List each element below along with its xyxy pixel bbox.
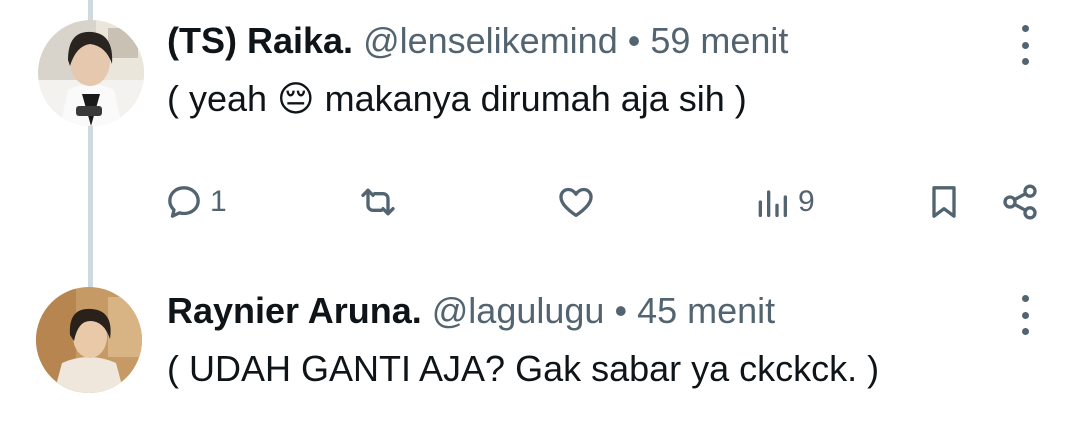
reply-button[interactable]: 1 [164, 180, 227, 224]
user-handle[interactable]: @lenselikemind [363, 20, 618, 61]
retweet-icon [361, 188, 395, 216]
reply-icon [168, 186, 200, 218]
tweet-text: ( yeah 😔 makanya dirumah aja sih ) [167, 78, 747, 119]
like-button[interactable] [556, 180, 596, 224]
more-vertical-icon[interactable] [1015, 295, 1035, 335]
user-handle[interactable]: @lagulugu [432, 290, 605, 331]
tweet-header: Raynier Aruna. @lagulugu • 45 menit [167, 290, 775, 332]
views-icon [758, 190, 787, 217]
heart-icon [559, 187, 593, 217]
tweet[interactable]: Raynier Aruna. @lagulugu • 45 menit ( UD… [0, 270, 1080, 425]
avatar[interactable] [38, 20, 144, 126]
display-name[interactable]: Raynier Aruna. [167, 290, 422, 331]
tweet[interactable]: (TS) Raika. @lenselikemind • 59 menit ( … [0, 0, 1080, 270]
tweet-text: ( UDAH GANTI AJA? Gak sabar ya ckckck. ) [167, 348, 880, 389]
views-button[interactable]: 9 [752, 180, 815, 224]
tweet-actions: 1 9 [0, 180, 1080, 230]
retweet-button[interactable] [358, 180, 398, 224]
separator-dot: • [627, 20, 641, 61]
share-icon [1003, 184, 1037, 220]
views-count: 9 [798, 185, 815, 218]
bookmark-button[interactable] [924, 180, 964, 224]
timestamp[interactable]: 59 menit [650, 20, 788, 61]
reply-count: 1 [210, 185, 227, 218]
timestamp[interactable]: 45 menit [637, 290, 775, 331]
display-name[interactable]: (TS) Raika. [167, 20, 353, 61]
share-button[interactable] [1000, 180, 1040, 224]
bookmark-icon [932, 186, 956, 218]
tweet-header: (TS) Raika. @lenselikemind • 59 menit [167, 20, 788, 62]
separator-dot: • [614, 290, 628, 331]
more-vertical-icon[interactable] [1015, 25, 1035, 65]
avatar[interactable] [36, 287, 142, 393]
